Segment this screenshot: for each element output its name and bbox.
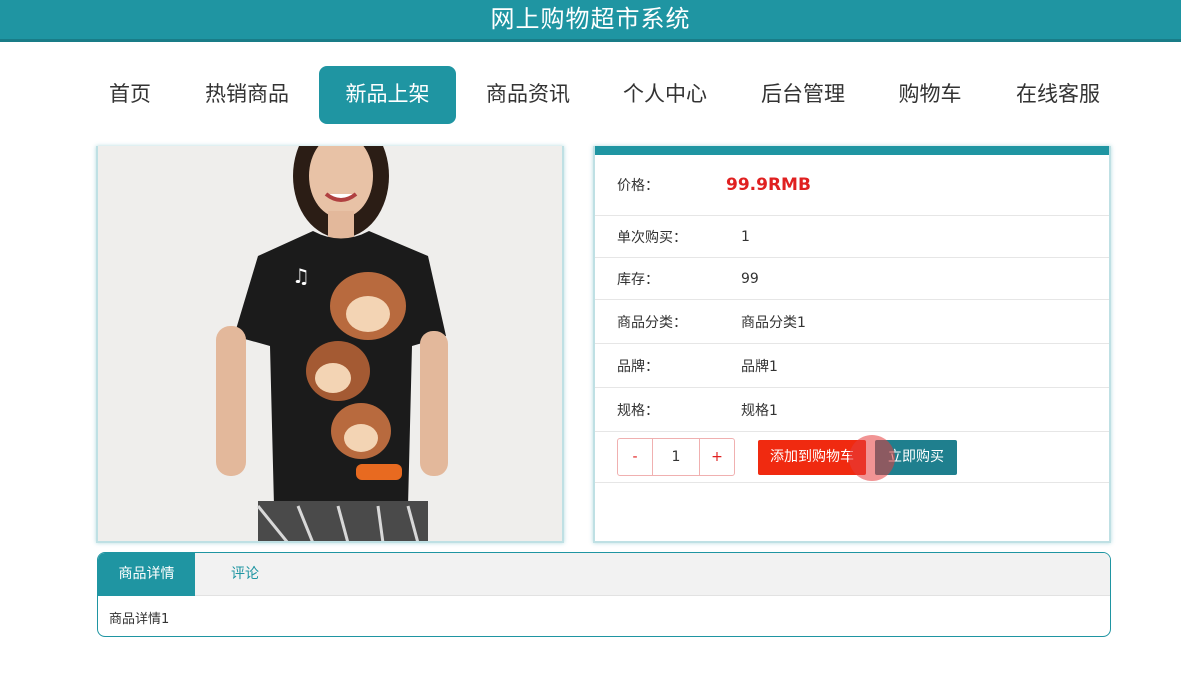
stock-value: 99 [741, 270, 759, 287]
category-row: 商品分类： 商品分类1 [595, 300, 1109, 344]
spec-label: 规格： [617, 402, 659, 419]
product-photo-illustration: ♫ [98, 146, 562, 541]
click-indicator [849, 435, 895, 481]
brand-value: 品牌1 [741, 358, 778, 375]
tab-product-details[interactable]: 商品详情 [98, 553, 195, 596]
quantity-stepper: - 1 + [617, 438, 735, 476]
stock-row: 库存： 99 [595, 258, 1109, 300]
brand-label: 品牌： [617, 358, 659, 375]
stock-label: 库存： [617, 271, 659, 288]
category-value: 商品分类1 [741, 314, 806, 331]
brand-row: 品牌： 品牌1 [595, 344, 1109, 388]
nav-item-hot[interactable]: 热销商品 [193, 66, 301, 124]
product-tabs: 商品详情 评论 商品详情1 [97, 552, 1111, 637]
nav-item-admin[interactable]: 后台管理 [749, 66, 857, 124]
nav-item-service[interactable]: 在线客服 [1004, 66, 1112, 124]
main-nav: 首页 热销商品 新品上架 商品资讯 个人中心 后台管理 购物车 在线客服 [0, 66, 1181, 124]
tab-comments[interactable]: 评论 [195, 553, 295, 596]
nav-item-new[interactable]: 新品上架 [319, 66, 456, 124]
tab-content: 商品详情1 [109, 612, 170, 627]
price-row: 价格： 99.9RMB [595, 155, 1109, 216]
tab-header: 商品详情 评论 [98, 553, 1110, 596]
quantity-minus-button[interactable]: - [618, 439, 652, 475]
category-label: 商品分类： [617, 314, 687, 331]
svg-text:♫: ♫ [292, 264, 310, 288]
nav-item-home[interactable]: 首页 [96, 66, 164, 124]
single-purchase-row: 单次购买： 1 [595, 216, 1109, 258]
product-image: ♫ [96, 146, 564, 543]
spec-row: 规格： 规格1 [595, 388, 1109, 432]
info-panel-accent [595, 146, 1109, 155]
product-info-panel: 价格： 99.9RMB 单次购买： 1 库存： 99 商品分类： 商品分类1 品… [593, 146, 1111, 543]
top-header-bar: 网上购物超市系统 [0, 0, 1181, 42]
quantity-plus-button[interactable]: + [700, 439, 734, 475]
nav-item-cart[interactable]: 购物车 [887, 66, 973, 124]
price-label: 价格： [617, 178, 659, 194]
price-value: 99.9RMB [726, 175, 811, 195]
quantity-input[interactable]: 1 [652, 439, 700, 475]
site-title: 网上购物超市系统 [490, 5, 691, 33]
single-purchase-value: 1 [741, 228, 750, 245]
single-purchase-label: 单次购买： [617, 229, 687, 246]
spec-value: 规格1 [741, 402, 778, 419]
nav-item-news[interactable]: 商品资讯 [474, 66, 582, 124]
nav-item-profile[interactable]: 个人中心 [611, 66, 719, 124]
